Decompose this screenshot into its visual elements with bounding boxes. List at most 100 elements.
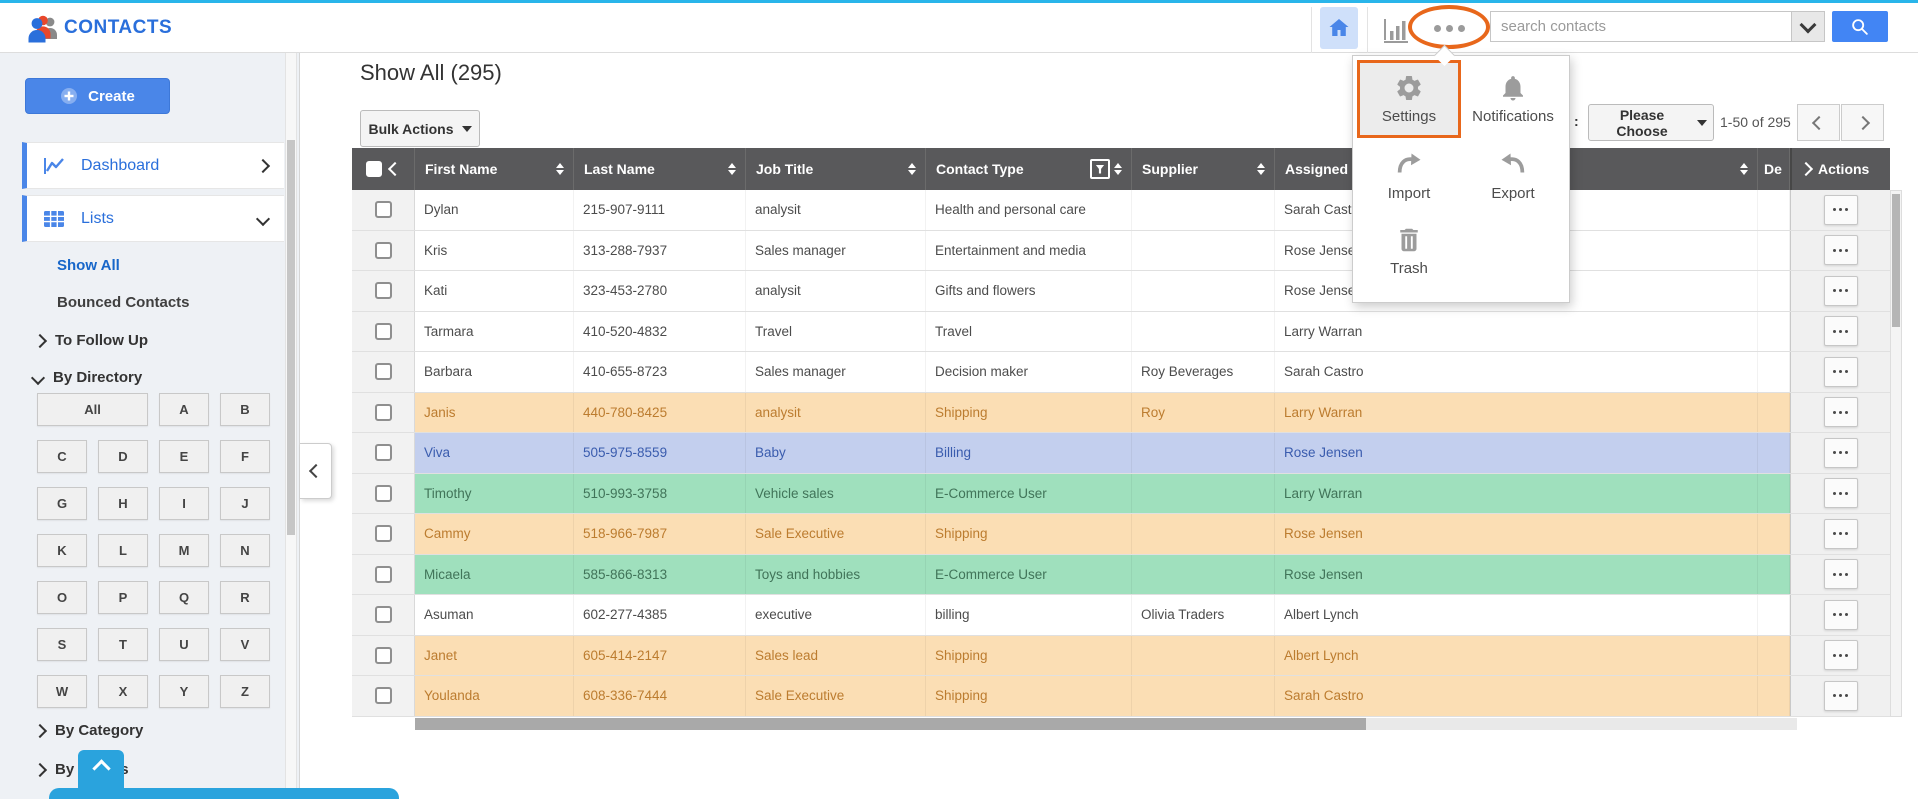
search-button[interactable] (1832, 11, 1888, 42)
table-row[interactable]: Asuman 602-277-4385 executive billing Ol… (352, 595, 1890, 636)
column-header-first-name[interactable]: First Name (415, 148, 574, 190)
sort-icon[interactable] (1740, 163, 1748, 175)
letter-button-w[interactable]: W (37, 675, 87, 708)
menu-item-notifications[interactable]: Notifications (1461, 60, 1565, 138)
row-checkbox[interactable] (374, 322, 392, 340)
letter-button-x[interactable]: X (98, 675, 148, 708)
more-menu-button[interactable] (1427, 20, 1471, 36)
section-to-follow-up[interactable]: To Follow Up (32, 332, 148, 349)
bulk-actions-button[interactable]: Bulk Actions (360, 110, 480, 147)
create-button[interactable]: Create (25, 78, 170, 114)
row-more-button[interactable] (1823, 194, 1858, 225)
letter-button-j[interactable]: J (220, 487, 270, 520)
row-checkbox[interactable] (374, 484, 392, 502)
prev-page-button[interactable] (1797, 104, 1840, 141)
letter-button-e[interactable]: E (159, 440, 209, 473)
table-row[interactable]: Viva 505-975-8559 Baby Billing Rose Jens… (352, 433, 1890, 474)
row-checkbox[interactable] (374, 363, 392, 381)
table-row[interactable]: Cammy 518-966-7987 Sale Executive Shippi… (352, 514, 1890, 555)
row-more-button[interactable] (1823, 316, 1858, 347)
table-row[interactable]: Kris 313-288-7937 Sales manager Entertai… (352, 230, 1890, 271)
table-row[interactable]: Youlanda 608-336-7444 Sale Executive Shi… (352, 676, 1890, 717)
horizontal-scrollbar-thumb[interactable] (415, 718, 1366, 730)
table-row[interactable]: Micaela 585-866-8313 Toys and hobbies E-… (352, 554, 1890, 595)
column-header-contact-type[interactable]: Contact Type (926, 148, 1132, 190)
letter-button-y[interactable]: Y (159, 675, 209, 708)
collapse-left-icon[interactable] (387, 161, 403, 177)
row-more-button[interactable] (1823, 437, 1858, 468)
search-scope-dropdown[interactable] (1791, 11, 1825, 42)
letter-button-z[interactable]: Z (220, 675, 270, 708)
sort-icon[interactable] (1114, 163, 1122, 175)
column-header-de[interactable]: De (1758, 148, 1790, 190)
column-header-job-title[interactable]: Job Title (746, 148, 926, 190)
sidebar-link-bounced-contacts[interactable]: Bounced Contacts (57, 294, 190, 311)
sort-icon[interactable] (1257, 163, 1265, 175)
next-page-button[interactable] (1841, 104, 1884, 141)
letter-button-g[interactable]: G (37, 487, 87, 520)
row-more-button[interactable] (1823, 559, 1858, 590)
letter-button-m[interactable]: M (159, 534, 209, 567)
letter-button-f[interactable]: F (220, 440, 270, 473)
table-row[interactable]: Tarmara 410-520-4832 Travel Travel Larry… (352, 311, 1890, 352)
row-checkbox[interactable] (374, 403, 392, 421)
column-header-actions[interactable]: Actions (1790, 148, 1890, 190)
menu-item-trash[interactable]: Trash (1357, 214, 1461, 288)
row-more-button[interactable] (1823, 680, 1858, 711)
row-more-button[interactable] (1823, 356, 1858, 387)
row-more-button[interactable] (1823, 599, 1858, 630)
table-row[interactable]: Timothy 510-993-3758 Vehicle sales E-Com… (352, 473, 1890, 514)
row-more-button[interactable] (1823, 235, 1858, 266)
sort-icon[interactable] (908, 163, 916, 175)
letter-button-c[interactable]: C (37, 440, 87, 473)
section-by-category[interactable]: By Category (32, 722, 143, 739)
horizontal-scrollbar[interactable] (415, 718, 1797, 730)
letter-button-h[interactable]: H (98, 487, 148, 520)
row-checkbox[interactable] (374, 201, 392, 219)
letter-button-u[interactable]: U (159, 628, 209, 661)
table-row[interactable]: Barbara 410-655-8723 Sales manager Decis… (352, 352, 1890, 393)
table-row[interactable]: Janis 440-780-8425 analysit Shipping Roy… (352, 392, 1890, 433)
sort-icon[interactable] (556, 163, 564, 175)
sidebar-scrollbar-thumb[interactable] (287, 140, 295, 535)
home-button[interactable] (1320, 7, 1358, 49)
row-checkbox[interactable] (374, 646, 392, 664)
sidebar-item-dashboard[interactable]: Dashboard (22, 142, 284, 189)
select-all-checkbox[interactable] (366, 161, 382, 177)
row-more-button[interactable] (1823, 640, 1858, 671)
menu-item-import[interactable]: Import (1357, 138, 1461, 214)
letter-button-s[interactable]: S (37, 628, 87, 661)
letter-button-b[interactable]: B (220, 393, 270, 426)
letter-button-i[interactable]: I (159, 487, 209, 520)
row-more-button[interactable] (1823, 275, 1858, 306)
search-input[interactable] (1490, 11, 1792, 42)
row-checkbox[interactable] (374, 606, 392, 624)
letter-button-k[interactable]: K (37, 534, 87, 567)
letter-button-d[interactable]: D (98, 440, 148, 473)
letter-button-q[interactable]: Q (159, 581, 209, 614)
letter-button-n[interactable]: N (220, 534, 270, 567)
expand-right-icon[interactable] (1798, 161, 1814, 177)
row-more-button[interactable] (1823, 518, 1858, 549)
letter-button-l[interactable]: L (98, 534, 148, 567)
letter-button-a[interactable]: A (159, 393, 209, 426)
sidebar-collapse-handle[interactable] (300, 443, 332, 499)
sidebar-scrollbar[interactable] (285, 53, 297, 799)
stats-button[interactable] (1381, 14, 1413, 44)
menu-item-settings[interactable]: Settings (1357, 60, 1461, 138)
column-header-supplier[interactable]: Supplier (1132, 148, 1275, 190)
sort-icon[interactable] (728, 163, 736, 175)
letter-button-t[interactable]: T (98, 628, 148, 661)
row-checkbox[interactable] (374, 444, 392, 462)
row-checkbox[interactable] (374, 282, 392, 300)
scroll-to-top-button[interactable] (78, 750, 124, 799)
letter-button-r[interactable]: R (220, 581, 270, 614)
sidebar-link-show-all[interactable]: Show All (57, 257, 120, 274)
vertical-scrollbar-thumb[interactable] (1892, 194, 1900, 327)
letter-button-v[interactable]: V (220, 628, 270, 661)
row-more-button[interactable] (1823, 397, 1858, 428)
row-checkbox[interactable] (374, 241, 392, 259)
table-row[interactable]: Dylan 215-907-9111 analysit Health and p… (352, 190, 1890, 231)
row-more-button[interactable] (1823, 478, 1858, 509)
page-size-dropdown[interactable]: Please Choose (1588, 104, 1714, 141)
